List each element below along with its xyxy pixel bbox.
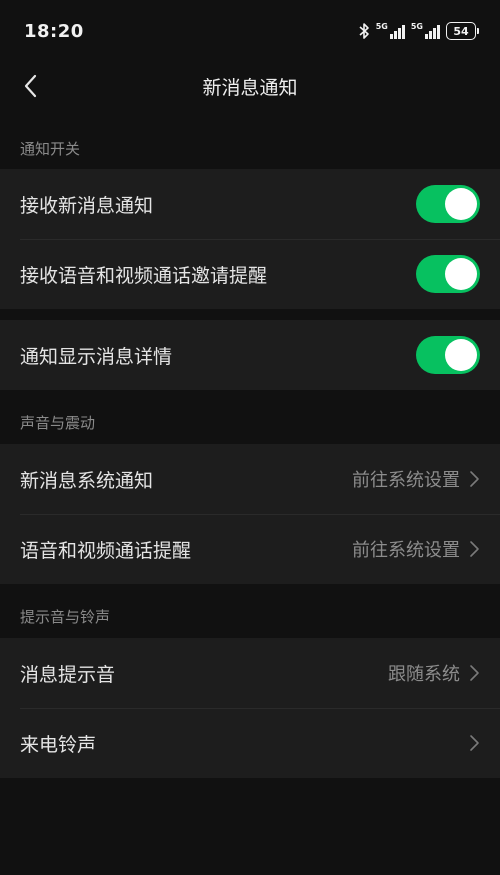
signal-bars-icon [425,25,440,39]
toggle-knob [445,339,477,371]
status-icons: 5G 5G 54 [358,22,479,40]
setting-row-message-tone[interactable]: 消息提示音 跟随系统 [0,638,500,708]
toggle-show-message-details[interactable] [416,336,480,374]
setting-value-group [460,734,480,752]
setting-value: 前往系统设置 [352,540,460,561]
toggle-knob [445,188,477,220]
group-notify-switch: 接收新消息通知 接收语音和视频通话邀请提醒 [0,169,500,309]
setting-value: 前往系统设置 [352,470,460,491]
setting-value: 跟随系统 [388,664,460,685]
toggle-knob [445,258,477,290]
chevron-right-icon [470,735,479,751]
group-tones: 消息提示音 跟随系统 来电铃声 [0,638,500,778]
status-bar: 18:20 5G 5G 54 [0,0,500,62]
network-type-label: 5G [375,22,388,31]
bluetooth-icon [359,23,369,39]
section-header-sound-vibration: 声音与震动 [20,413,96,432]
setting-row-call-reminder[interactable]: 语音和视频通话提醒 前往系统设置 [0,514,500,584]
setting-value-group: 前往系统设置 [352,536,480,562]
battery-icon: 54 [446,22,479,40]
battery-level: 54 [453,24,469,38]
network-type-label: 5G [410,22,423,31]
group-message-details: 通知显示消息详情 [0,320,500,390]
chevron-left-icon [24,74,37,98]
setting-label: 消息提示音 [20,663,116,686]
setting-row-show-message-details[interactable]: 通知显示消息详情 [0,320,500,390]
signal-bars-icon [389,25,405,39]
chevron-right-icon [470,541,479,557]
setting-label: 通知显示消息详情 [20,345,173,368]
setting-row-new-message-system-notification[interactable]: 新消息系统通知 前往系统设置 [0,444,500,514]
toggle-receive-new-message[interactable] [416,185,480,223]
setting-label: 语音和视频通话提醒 [20,539,192,562]
setting-label: 接收新消息通知 [20,194,154,217]
setting-row-ringtone[interactable]: 来电铃声 [0,708,500,778]
chevron-right-icon [470,471,479,487]
signal-indicator-2: 5G [411,23,440,39]
setting-label: 来电铃声 [20,733,97,756]
setting-value-group: 跟随系统 [388,660,480,686]
setting-row-call-invite-reminder[interactable]: 接收语音和视频通话邀请提醒 [0,239,500,309]
setting-label: 新消息系统通知 [20,469,154,492]
setting-label: 接收语音和视频通话邀请提醒 [20,264,268,287]
chevron-right-icon [470,665,479,681]
nav-bar: 新消息通知 [0,62,500,110]
page-title: 新消息通知 [202,76,298,99]
section-header-tones: 提示音与铃声 [20,607,111,626]
status-time: 18:20 [24,20,84,42]
setting-value-group: 前往系统设置 [352,466,480,492]
signal-indicator-1: 5G [376,23,405,39]
section-header-notify-switch: 通知开关 [20,139,81,158]
group-sound-vibration: 新消息系统通知 前往系统设置 语音和视频通话提醒 前往系统设置 [0,444,500,584]
setting-row-receive-new-message[interactable]: 接收新消息通知 [0,169,500,239]
toggle-call-invite-reminder[interactable] [416,255,480,293]
back-button[interactable] [14,70,46,102]
